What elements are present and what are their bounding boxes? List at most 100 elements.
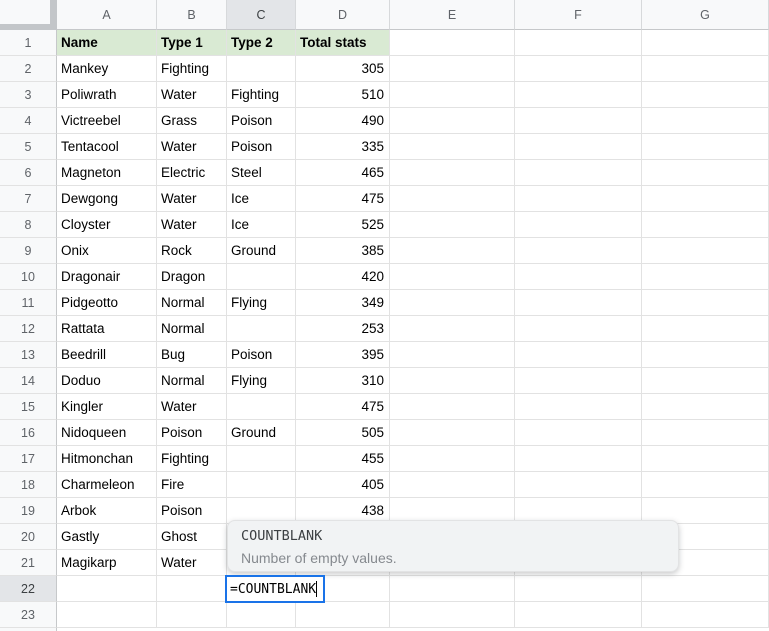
cell-F12[interactable] [515,316,642,342]
cell-E5[interactable] [390,134,515,160]
cell-B20[interactable]: Ghost [157,524,227,550]
row-header-5[interactable]: 5 [0,134,57,160]
cell-C5[interactable]: Poison [227,134,296,160]
cell-F2[interactable] [515,56,642,82]
cell-G18[interactable] [642,472,769,498]
cell-C6[interactable]: Steel [227,160,296,186]
cell-A14[interactable]: Doduo [57,368,157,394]
row-header-16[interactable]: 16 [0,420,57,446]
row-header-20[interactable]: 20 [0,524,57,550]
cell-D9[interactable]: 385 [296,238,390,264]
row-header-2[interactable]: 2 [0,56,57,82]
cell-B8[interactable]: Water [157,212,227,238]
row-header-1[interactable]: 1 [0,30,57,56]
cell-D13[interactable]: 395 [296,342,390,368]
cell-C9[interactable]: Ground [227,238,296,264]
cell-E10[interactable] [390,264,515,290]
cell-F15[interactable] [515,394,642,420]
row-header-12[interactable]: 12 [0,316,57,342]
cell-E14[interactable] [390,368,515,394]
cell-E9[interactable] [390,238,515,264]
cell-A12[interactable]: Rattata [57,316,157,342]
cell-A17[interactable]: Hitmonchan [57,446,157,472]
cell-A10[interactable]: Dragonair [57,264,157,290]
cell-G22[interactable] [642,576,769,602]
cell-A20[interactable]: Gastly [57,524,157,550]
cell-E1[interactable] [390,30,515,56]
cell-C12[interactable] [227,316,296,342]
cell-G10[interactable] [642,264,769,290]
cell-E7[interactable] [390,186,515,212]
cell-A23[interactable] [57,602,157,628]
cell-B13[interactable]: Bug [157,342,227,368]
cell-E8[interactable] [390,212,515,238]
column-header-f[interactable]: F [515,0,642,30]
cell-F4[interactable] [515,108,642,134]
cell-C11[interactable]: Flying [227,290,296,316]
row-header-21[interactable]: 21 [0,550,57,576]
cell-D8[interactable]: 525 [296,212,390,238]
cell-B14[interactable]: Normal [157,368,227,394]
cell-B23[interactable] [157,602,227,628]
cell-E22[interactable] [390,576,515,602]
row-header-17[interactable]: 17 [0,446,57,472]
cell-D3[interactable]: 510 [296,82,390,108]
column-header-c[interactable]: C [227,0,296,30]
cell-C1[interactable]: Type 2 [227,30,296,56]
cell-F7[interactable] [515,186,642,212]
row-header-18[interactable]: 18 [0,472,57,498]
cell-G17[interactable] [642,446,769,472]
cell-G14[interactable] [642,368,769,394]
cell-B5[interactable]: Water [157,134,227,160]
cell-D17[interactable]: 455 [296,446,390,472]
cell-E18[interactable] [390,472,515,498]
cell-B12[interactable]: Normal [157,316,227,342]
cell-A1[interactable]: Name [57,30,157,56]
column-header-d[interactable]: D [296,0,390,30]
cell-A11[interactable]: Pidgeotto [57,290,157,316]
column-header-g[interactable]: G [642,0,769,30]
cell-G8[interactable] [642,212,769,238]
cell-B3[interactable]: Water [157,82,227,108]
cell-A21[interactable]: Magikarp [57,550,157,576]
cell-E4[interactable] [390,108,515,134]
cell-F22[interactable] [515,576,642,602]
cell-G13[interactable] [642,342,769,368]
cell-B9[interactable]: Rock [157,238,227,264]
cell-D14[interactable]: 310 [296,368,390,394]
cell-D6[interactable]: 465 [296,160,390,186]
cell-E16[interactable] [390,420,515,446]
cell-D23[interactable] [296,602,390,628]
cell-G23[interactable] [642,602,769,628]
cell-E17[interactable] [390,446,515,472]
row-header-7[interactable]: 7 [0,186,57,212]
cell-B19[interactable]: Poison [157,498,227,524]
row-header-15[interactable]: 15 [0,394,57,420]
cell-F8[interactable] [515,212,642,238]
cell-G16[interactable] [642,420,769,446]
row-header-11[interactable]: 11 [0,290,57,316]
cell-F14[interactable] [515,368,642,394]
cell-E3[interactable] [390,82,515,108]
cell-C13[interactable]: Poison [227,342,296,368]
cell-B4[interactable]: Grass [157,108,227,134]
active-cell-editor[interactable]: =COUNTBLANK [225,575,325,603]
column-header-b[interactable]: B [157,0,227,30]
cell-G6[interactable] [642,160,769,186]
cell-A5[interactable]: Tentacool [57,134,157,160]
cell-C10[interactable] [227,264,296,290]
cell-E15[interactable] [390,394,515,420]
cell-D2[interactable]: 305 [296,56,390,82]
cell-F9[interactable] [515,238,642,264]
cell-B22[interactable] [157,576,227,602]
cell-G12[interactable] [642,316,769,342]
cell-D5[interactable]: 335 [296,134,390,160]
cell-D4[interactable]: 490 [296,108,390,134]
cell-F17[interactable] [515,446,642,472]
cell-D1[interactable]: Total stats [296,30,390,56]
cell-C7[interactable]: Ice [227,186,296,212]
cell-A19[interactable]: Arbok [57,498,157,524]
cell-D7[interactable]: 475 [296,186,390,212]
row-header-13[interactable]: 13 [0,342,57,368]
cell-G7[interactable] [642,186,769,212]
